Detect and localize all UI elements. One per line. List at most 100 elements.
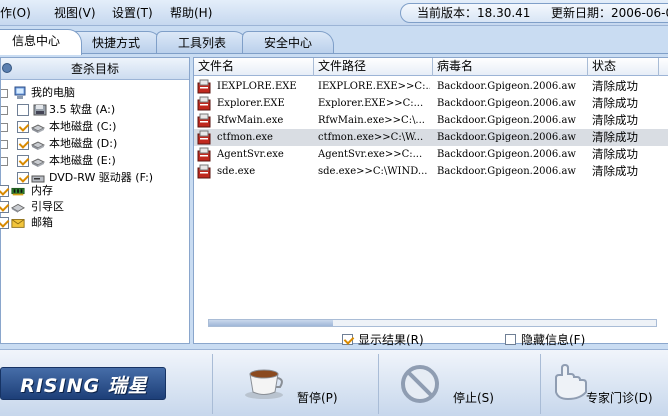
expander-icon[interactable] xyxy=(1,106,8,115)
bottom-toolbar: RISING 瑞星 暂停(P) 停止(S) 专家门诊(D) xyxy=(0,349,668,416)
tree-label: 邮箱 xyxy=(31,216,53,229)
tree-item-mailbox[interactable]: 邮箱 xyxy=(0,215,189,231)
scan-results-panel: 文件名 文件路径 病毒名 状态 IEXPLORE.EXE IEXPLORE.EX… xyxy=(193,57,668,347)
tree-item-disk-c[interactable]: 本地磁盘 (C:) xyxy=(1,119,189,135)
boot-sector-icon xyxy=(11,203,25,213)
menu-settings[interactable]: 设置(T) xyxy=(112,5,153,21)
menu-help[interactable]: 帮助(H) xyxy=(170,5,212,21)
stop-label: 停止(S) xyxy=(453,391,494,405)
tab-shortcuts[interactable]: 快捷方式 xyxy=(70,31,162,54)
checkbox[interactable] xyxy=(17,121,29,133)
mailbox-icon xyxy=(11,219,25,228)
cell-virus-name: Backdoor.Gpigeon.2006.aw xyxy=(437,115,576,126)
tree-item-disk-e[interactable]: 本地磁盘 (E:) xyxy=(1,153,189,169)
cell-status: 清除成功 xyxy=(592,96,638,110)
toolbar-divider xyxy=(540,354,541,414)
checkbox[interactable] xyxy=(17,104,29,116)
infected-file-icon xyxy=(197,113,211,128)
cell-file-path: sde.exe>>C:\WIND... xyxy=(318,166,428,177)
results-table-header: 文件名 文件路径 病毒名 状态 xyxy=(194,58,668,76)
hard-disk-icon xyxy=(31,141,45,150)
expander-icon[interactable] xyxy=(1,157,8,166)
tree-label: 本地磁盘 (C:) xyxy=(49,120,117,133)
expert-clinic-button[interactable]: 专家门诊(D) xyxy=(548,350,668,416)
tree-item-floppy[interactable]: 3.5 软盘 (A:) xyxy=(1,102,189,118)
checkbox[interactable] xyxy=(0,201,9,213)
table-row[interactable]: Explorer.EXE Explorer.EXE>>C:... Backdoo… xyxy=(194,95,668,112)
cell-virus-name: Backdoor.Gpigeon.2006.aw xyxy=(437,132,576,143)
cell-file-name: IEXPLORE.EXE xyxy=(217,81,297,92)
checkbox[interactable] xyxy=(17,138,29,150)
cell-virus-name: Backdoor.Gpigeon.2006.aw xyxy=(437,149,576,160)
update-date: 更新日期：2006-06-09 xyxy=(551,6,668,20)
floppy-icon xyxy=(33,104,47,116)
cell-virus-name: Backdoor.Gpigeon.2006.aw xyxy=(437,166,576,177)
show-results-checkbox[interactable] xyxy=(342,334,353,345)
table-row[interactable]: RfwMain.exe RfwMain.exe>>C:\... Backdoor… xyxy=(194,112,668,129)
cell-status: 清除成功 xyxy=(592,79,638,93)
collapse-icon[interactable] xyxy=(2,63,12,73)
cell-file-name: AgentSvr.exe xyxy=(217,149,284,160)
column-file-path[interactable]: 文件路径 xyxy=(314,58,433,76)
tree-item-memory[interactable]: 内存 xyxy=(0,183,189,199)
cell-virus-name: Backdoor.Gpigeon.2006.aw xyxy=(437,81,576,92)
hard-disk-icon xyxy=(31,158,45,167)
table-row[interactable]: AgentSvr.exe AgentSvr.exe>>C:... Backdoo… xyxy=(194,146,668,163)
table-row[interactable]: sde.exe sde.exe>>C:\WIND... Backdoor.Gpi… xyxy=(194,163,668,180)
cell-status: 清除成功 xyxy=(592,164,638,178)
rising-logo: RISING 瑞星 xyxy=(0,367,166,400)
cell-status: 清除成功 xyxy=(592,113,638,127)
cell-file-name: RfwMain.exe xyxy=(217,115,284,126)
horizontal-scrollbar[interactable] xyxy=(208,319,657,327)
column-file-name[interactable]: 文件名 xyxy=(194,58,314,76)
expander-icon[interactable] xyxy=(1,140,8,149)
show-results-label: 显示结果(R) xyxy=(358,333,424,347)
expert-clinic-label: 专家门诊(D) xyxy=(586,391,653,405)
version-info: 当前版本：18.30.41 更新日期：2006-06-09 xyxy=(400,3,668,23)
memory-icon xyxy=(11,187,25,196)
tab-bar: 信息中心 快捷方式 工具列表 安全中心 xyxy=(0,26,668,55)
logo-text: RISING 瑞星 xyxy=(20,375,148,397)
scan-target-title: 查杀目标 xyxy=(70,62,119,76)
cell-file-name: Explorer.EXE xyxy=(217,98,285,109)
stop-button[interactable]: 停止(S) xyxy=(398,350,518,416)
tab-info-center[interactable]: 信息中心 xyxy=(0,29,82,55)
cell-status: 清除成功 xyxy=(592,147,638,161)
cell-file-path: ctfmon.exe>>C:\W... xyxy=(318,132,424,143)
table-row[interactable]: ctfmon.exe ctfmon.exe>>C:\W... Backdoor.… xyxy=(194,129,668,146)
column-virus-name[interactable]: 病毒名 xyxy=(433,58,588,76)
tab-security-center[interactable]: 安全中心 xyxy=(242,31,334,54)
coffee-cup-icon xyxy=(245,369,283,399)
scan-target-panel: 查杀目标 我的电脑 3.5 软盘 (A:) 本地磁盘 (C:) 本地磁盘 (D:… xyxy=(0,57,190,344)
menu-operate[interactable]: 操作(O) xyxy=(0,5,31,21)
checkbox[interactable] xyxy=(0,185,9,197)
tree-item-my-computer[interactable]: 我的电脑 xyxy=(1,85,189,101)
hide-info-checkbox[interactable] xyxy=(505,334,516,345)
cell-file-path: RfwMain.exe>>C:\... xyxy=(318,115,425,126)
cell-virus-name: Backdoor.Gpigeon.2006.aw xyxy=(437,98,576,109)
infected-file-icon xyxy=(197,96,211,111)
scrollbar-thumb[interactable] xyxy=(209,320,333,326)
tab-tool-list[interactable]: 工具列表 xyxy=(156,31,248,54)
cell-status: 清除成功 xyxy=(592,130,638,144)
pause-label: 暂停(P) xyxy=(297,391,338,405)
tree-label: 3.5 软盘 (A:) xyxy=(49,103,116,116)
hard-disk-icon xyxy=(31,124,45,133)
expander-icon[interactable] xyxy=(1,123,8,132)
column-status[interactable]: 状态 xyxy=(588,58,659,76)
tree-item-boot-sector[interactable]: 引导区 xyxy=(0,199,189,215)
checkbox[interactable] xyxy=(17,155,29,167)
checkbox[interactable] xyxy=(0,217,9,229)
stop-icon xyxy=(401,365,439,403)
table-row[interactable]: IEXPLORE.EXE IEXPLORE.EXE>>C:... Backdoo… xyxy=(194,78,668,95)
expander-icon[interactable] xyxy=(1,89,8,98)
tree-item-disk-d[interactable]: 本地磁盘 (D:) xyxy=(1,136,189,152)
pause-button[interactable]: 暂停(P) xyxy=(236,350,356,416)
scan-target-header: 查杀目标 xyxy=(1,58,189,80)
menu-view[interactable]: 视图(V) xyxy=(54,5,96,21)
toolbar-divider xyxy=(378,354,379,414)
infected-file-icon xyxy=(197,164,211,179)
cell-file-path: Explorer.EXE>>C:... xyxy=(318,98,424,109)
tree-label: 内存 xyxy=(31,184,53,197)
tree-label: 引导区 xyxy=(31,200,64,213)
